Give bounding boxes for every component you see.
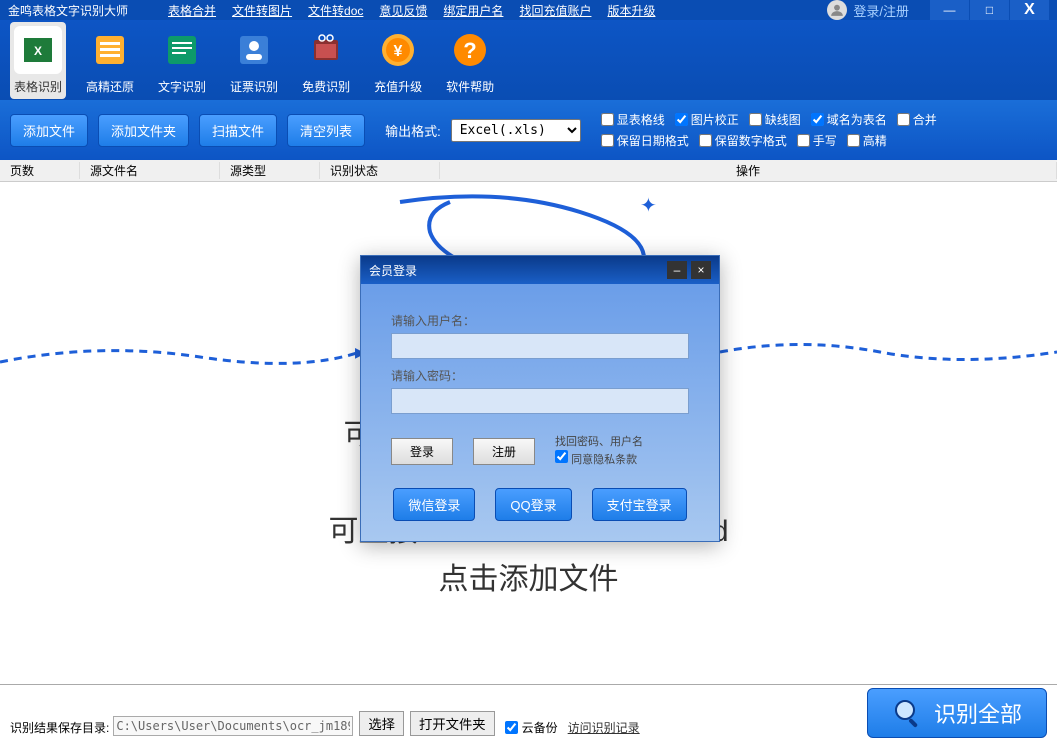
forgot-link[interactable]: 找回密码、用户名 bbox=[555, 434, 643, 450]
close-button[interactable]: X bbox=[1009, 0, 1049, 20]
th-src: 源文件名 bbox=[80, 162, 220, 179]
maximize-button[interactable]: □ bbox=[969, 0, 1009, 20]
dialog-minimize-button[interactable]: – bbox=[667, 261, 687, 279]
minimize-button[interactable]: — bbox=[929, 0, 969, 20]
login-register-link[interactable]: 登录/注册 bbox=[853, 1, 909, 20]
cb-show-grid[interactable]: 显表格线 bbox=[601, 111, 665, 128]
window-controls: — □ X bbox=[929, 0, 1049, 20]
cb-domain-name[interactable]: 域名为表名 bbox=[811, 111, 887, 128]
login-dialog: 会员登录 – × 请输入用户名： 请输入密码： 登录 注册 找回密码、用户名 同… bbox=[360, 255, 720, 542]
bottombar: 识别结果保存目录: 选择 打开文件夹 云备份 访问识别记录 识别全部 bbox=[0, 684, 1057, 744]
tool-label: 充值升级 bbox=[374, 78, 422, 95]
tool-ticket-recognize[interactable]: 证票识别 bbox=[226, 22, 282, 99]
tool-table-recognize[interactable]: X 表格识别 bbox=[10, 22, 66, 99]
wechat-login-button[interactable]: 微信登录 bbox=[393, 488, 475, 521]
open-folder-button[interactable]: 打开文件夹 bbox=[410, 711, 495, 736]
tool-help[interactable]: ? 软件帮助 bbox=[442, 22, 498, 99]
tool-label: 证票识别 bbox=[230, 78, 278, 95]
th-op: 操作 bbox=[440, 162, 1057, 179]
add-folder-button[interactable]: 添加文件夹 bbox=[98, 114, 189, 147]
cb-keep-date[interactable]: 保留日期格式 bbox=[601, 132, 689, 149]
agree-checkbox[interactable]: 同意隐私条款 bbox=[555, 454, 637, 466]
visit-log-link[interactable]: 访问识别记录 bbox=[568, 719, 640, 736]
menu-link[interactable]: 文件转图片 bbox=[232, 2, 292, 19]
magnifier-icon bbox=[892, 697, 924, 729]
th-page: 页数 bbox=[0, 162, 80, 179]
cb-merge[interactable]: 合并 bbox=[897, 111, 937, 128]
toolbar: X 表格识别 高精还原 文字识别 证票识别 免费识别 ¥ 充值升级 ? 软件帮助 bbox=[0, 20, 1057, 100]
avatar-icon[interactable] bbox=[827, 0, 847, 20]
choose-path-button[interactable]: 选择 bbox=[359, 711, 404, 736]
dialog-body: 请输入用户名： 请输入密码： 登录 注册 找回密码、用户名 同意隐私条款 微信登… bbox=[361, 284, 719, 541]
tool-label: 软件帮助 bbox=[446, 78, 494, 95]
th-type: 源类型 bbox=[220, 162, 320, 179]
cb-keep-number[interactable]: 保留数字格式 bbox=[699, 132, 787, 149]
th-status: 识别状态 bbox=[320, 162, 440, 179]
options-checkboxes: 显表格线 图片校正 缺线图 域名为表名 合并 保留日期格式 保留数字格式 手写 … bbox=[601, 111, 1001, 149]
username-label: 请输入用户名： bbox=[391, 312, 689, 329]
username-input[interactable] bbox=[391, 333, 689, 359]
qq-login-button[interactable]: QQ登录 bbox=[495, 488, 571, 521]
login-button[interactable]: 登录 bbox=[391, 438, 453, 465]
menubar: 金鸣表格文字识别大师 表格合并 文件转图片 文件转doc 意见反馈 绑定用户名 … bbox=[0, 0, 1057, 20]
menu-link[interactable]: 绑定用户名 bbox=[443, 2, 503, 19]
cb-image-correct[interactable]: 图片校正 bbox=[675, 111, 739, 128]
dialog-titlebar[interactable]: 会员登录 – × bbox=[361, 256, 719, 284]
tool-recharge[interactable]: ¥ 充值升级 bbox=[370, 22, 426, 99]
dialog-title-text: 会员登录 bbox=[369, 262, 417, 279]
svg-text:✦: ✦ bbox=[640, 195, 657, 217]
tool-label: 表格识别 bbox=[14, 78, 62, 95]
svg-text:X: X bbox=[34, 44, 42, 58]
app-title: 金鸣表格文字识别大师 bbox=[8, 2, 128, 19]
cb-missing-line[interactable]: 缺线图 bbox=[749, 111, 801, 128]
svg-text:?: ? bbox=[463, 38, 476, 63]
register-button[interactable]: 注册 bbox=[473, 438, 535, 465]
menu-link[interactable]: 找回充值账户 bbox=[519, 2, 591, 19]
tool-text-recognize[interactable]: 文字识别 bbox=[154, 22, 210, 99]
cb-handwrite[interactable]: 手写 bbox=[797, 132, 837, 149]
save-path-label: 识别结果保存目录: bbox=[10, 719, 109, 736]
clear-list-button[interactable]: 清空列表 bbox=[287, 114, 365, 147]
output-format-select[interactable]: Excel(.xls) bbox=[451, 119, 581, 142]
recognize-all-button[interactable]: 识别全部 bbox=[867, 688, 1047, 738]
dialog-close-button[interactable]: × bbox=[691, 261, 711, 279]
save-path-input[interactable] bbox=[113, 716, 353, 736]
output-format-label: 输出格式: bbox=[385, 121, 441, 140]
actionbar: 添加文件 添加文件夹 扫描文件 清空列表 输出格式: Excel(.xls) 显… bbox=[0, 100, 1057, 160]
tool-high-precision[interactable]: 高精还原 bbox=[82, 22, 138, 99]
alipay-login-button[interactable]: 支付宝登录 bbox=[592, 488, 687, 521]
tool-label: 文字识别 bbox=[158, 78, 206, 95]
svg-text:¥: ¥ bbox=[394, 43, 403, 60]
menu-link[interactable]: 表格合并 bbox=[168, 2, 216, 19]
add-file-button[interactable]: 添加文件 bbox=[10, 114, 88, 147]
password-input[interactable] bbox=[391, 388, 689, 414]
tool-label: 高精还原 bbox=[86, 78, 134, 95]
password-label: 请输入密码： bbox=[391, 367, 689, 384]
scan-file-button[interactable]: 扫描文件 bbox=[199, 114, 277, 147]
menu-link[interactable]: 意见反馈 bbox=[379, 2, 427, 19]
cb-high-precision[interactable]: 高精 bbox=[847, 132, 887, 149]
table-header: 页数 源文件名 源类型 识别状态 操作 bbox=[0, 160, 1057, 182]
menu-link[interactable]: 文件转doc bbox=[308, 2, 363, 19]
tool-label: 免费识别 bbox=[302, 78, 350, 95]
tool-free-recognize[interactable]: 免费识别 bbox=[298, 22, 354, 99]
cloud-backup-checkbox[interactable]: 云备份 bbox=[505, 719, 558, 736]
menu-link[interactable]: 版本升级 bbox=[607, 2, 655, 19]
